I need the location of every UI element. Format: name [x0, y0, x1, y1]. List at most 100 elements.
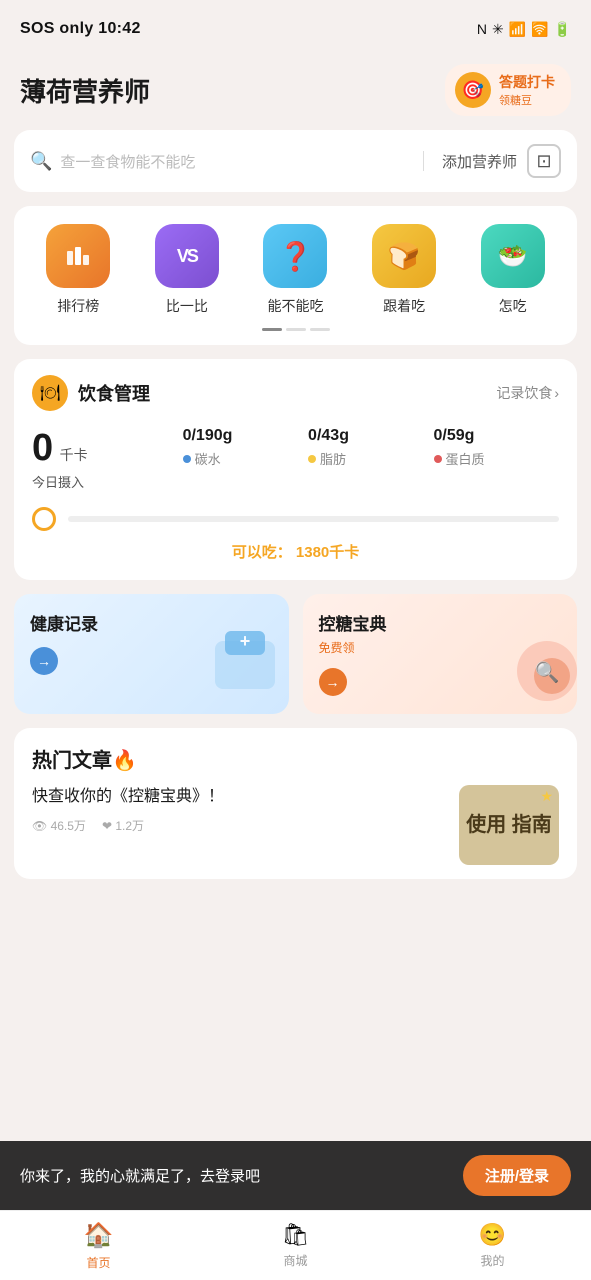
status-bar: SOS only 10:42 N ✳ 📶 🛜 🔋: [0, 0, 591, 54]
article-text: 快查收你的《控糖宝典》！ 👁 46.5万 ❤ 1.2万: [32, 785, 445, 834]
diet-section: 🍽 饮食管理 记录饮食 › 0 千卡 今日摄入 0/190g 碳水 0/43g: [14, 359, 577, 580]
dot-1: [262, 328, 282, 331]
cards-row: 健康记录 → + 控糖宝典 免费领 → 🔍: [14, 594, 577, 714]
article-main: 快查收你的《控糖宝典》！: [32, 785, 445, 809]
sugar-card-arrow[interactable]: →: [319, 668, 347, 696]
article-thumb-text: 使用 指南: [466, 813, 552, 837]
quiz-badge[interactable]: 🎯 答题打卡 领糖豆: [445, 64, 571, 116]
ranking-icon: [46, 224, 110, 288]
carbs-label: 碳水: [195, 449, 221, 468]
diet-title-wrap: 🍽 饮食管理: [32, 375, 150, 411]
article-likes: ❤ 1.2万: [102, 817, 144, 834]
protein-label: 蛋白质: [446, 449, 485, 468]
tab-mine-label: 我的: [480, 1252, 504, 1269]
fat-label: 脂肪: [320, 449, 346, 468]
category-label-how-eat: 怎吃: [499, 296, 527, 316]
stat-protein: 0/59g 蛋白质: [434, 427, 559, 491]
article-item[interactable]: 快查收你的《控糖宝典》！ 👁 46.5万 ❤ 1.2万 使用 指南 ★: [32, 785, 559, 879]
health-record-card[interactable]: 健康记录 → +: [14, 594, 289, 714]
calories-unit: 千卡: [60, 447, 88, 463]
health-card-image: +: [205, 621, 285, 714]
carbs-dot: [183, 455, 191, 463]
articles-section: 热门文章🔥 快查收你的《控糖宝典》！ 👁 46.5万 ❤ 1.2万 使用 指南 …: [14, 728, 577, 879]
how-eat-icon: 🥗: [481, 224, 545, 288]
sugar-control-card[interactable]: 控糖宝典 免费领 → 🔍: [303, 594, 578, 714]
nfc-icon: N: [477, 21, 487, 37]
search-section: 🔍 查一查食物能不能吃 添加营养师 ⊡: [14, 130, 577, 192]
category-row: 排行榜 VS 比一比 ❓ 能不能吃 🍞 跟着吃 🥗 怎吃: [24, 224, 567, 316]
dot-3: [310, 328, 330, 331]
stat-main-calories: 0 千卡 今日摄入: [32, 427, 183, 491]
category-label-can-eat: 能不能吃: [267, 296, 323, 316]
app-header: 薄荷营养师 🎯 答题打卡 领糖豆: [0, 54, 591, 130]
tab-home-label: 首页: [86, 1254, 110, 1271]
tab-shop-label: 商城: [283, 1252, 307, 1269]
search-row: 🔍 查一查食物能不能吃 添加营养师 ⊡: [30, 144, 561, 178]
diet-stats: 0 千卡 今日摄入 0/190g 碳水 0/43g 脂肪 0/59g 蛋白质: [32, 427, 559, 491]
login-bar: 你来了，我的心就满足了，去登录吧 注册/登录: [0, 1141, 591, 1210]
bluetooth-icon: ✳: [492, 21, 504, 38]
tab-home[interactable]: 🏠 首页: [0, 1221, 197, 1271]
login-bar-text: 你来了，我的心就满足了，去登录吧: [20, 1165, 260, 1186]
dot-2: [286, 328, 306, 331]
search-placeholder: 查一查食物能不能吃: [60, 151, 195, 172]
status-carrier-time: SOS only 10:42: [20, 20, 141, 38]
can-eat-info: 可以吃： 1380千卡: [32, 541, 559, 562]
category-item-can-eat[interactable]: ❓ 能不能吃: [250, 224, 340, 316]
register-login-button[interactable]: 注册/登录: [463, 1155, 571, 1196]
protein-value: 0/59g: [434, 427, 559, 445]
article-thumbnail: 使用 指南 ★: [459, 785, 559, 865]
sugar-card-image: 🔍: [497, 621, 577, 714]
articles-title: 热门文章🔥: [32, 744, 559, 773]
diet-header: 🍽 饮食管理 记录饮食 ›: [32, 375, 559, 411]
article-stats: 👁 46.5万 ❤ 1.2万: [32, 817, 445, 834]
stat-fat: 0/43g 脂肪: [308, 427, 433, 491]
tab-shop[interactable]: 🛍 商城: [197, 1222, 394, 1269]
quiz-title: 答题打卡: [499, 72, 555, 92]
category-label-follow-eat: 跟着吃: [383, 296, 425, 316]
app-title: 薄荷营养师: [20, 72, 150, 109]
calories-value: 0: [32, 427, 53, 469]
battery-icon: 🔋: [554, 21, 571, 38]
progress-wrap: [32, 507, 559, 531]
status-icons: N ✳ 📶 🛜 🔋: [477, 21, 571, 38]
svg-text:🔍: 🔍: [535, 659, 560, 684]
can-eat-value: 1380千卡: [296, 544, 359, 561]
quiz-icon: 🎯: [455, 72, 491, 108]
quiz-sub: 领糖豆: [499, 92, 555, 108]
article-views: 👁 46.5万: [32, 817, 86, 834]
scan-icon[interactable]: ⊡: [527, 144, 561, 178]
quiz-text: 答题打卡 领糖豆: [499, 72, 555, 108]
search-input-wrap[interactable]: 🔍 查一查食物能不能吃: [30, 151, 405, 172]
category-item-compare[interactable]: VS 比一比: [142, 224, 232, 316]
calories-label: 今日摄入: [32, 472, 183, 491]
diet-title: 饮食管理: [78, 380, 150, 406]
stat-carbs: 0/190g 碳水: [183, 427, 308, 491]
category-item-follow-eat[interactable]: 🍞 跟着吃: [359, 224, 449, 316]
thumb-star-icon: ★: [540, 788, 553, 805]
progress-bar-wrap: [68, 516, 559, 522]
divider: [423, 151, 424, 171]
category-label-ranking: 排行榜: [57, 296, 99, 316]
signal-icon: 📶: [509, 21, 526, 38]
diet-record-link[interactable]: 记录饮食 ›: [496, 383, 559, 403]
svg-text:+: +: [239, 631, 250, 651]
fat-dot: [308, 455, 316, 463]
tab-mine[interactable]: 😊 我的: [394, 1222, 591, 1269]
tab-bar: 🏠 首页 🛍 商城 😊 我的: [0, 1210, 591, 1280]
scroll-indicator: [24, 328, 567, 331]
shop-icon: 🛍: [282, 1222, 310, 1248]
mine-icon: 😊: [479, 1222, 506, 1248]
search-icon: 🔍: [30, 151, 52, 172]
follow-eat-icon: 🍞: [372, 224, 436, 288]
add-nutritionist-button[interactable]: 添加营养师: [442, 151, 517, 172]
category-item-how-eat[interactable]: 🥗 怎吃: [468, 224, 558, 316]
carbs-value: 0/190g: [183, 427, 308, 445]
health-card-arrow[interactable]: →: [30, 647, 58, 675]
wifi-icon: 🛜: [531, 21, 548, 38]
fat-value: 0/43g: [308, 427, 433, 445]
progress-circle: [32, 507, 56, 531]
category-item-ranking[interactable]: 排行榜: [33, 224, 123, 316]
category-section: 排行榜 VS 比一比 ❓ 能不能吃 🍞 跟着吃 🥗 怎吃: [14, 206, 577, 345]
home-icon: 🏠: [84, 1221, 114, 1250]
